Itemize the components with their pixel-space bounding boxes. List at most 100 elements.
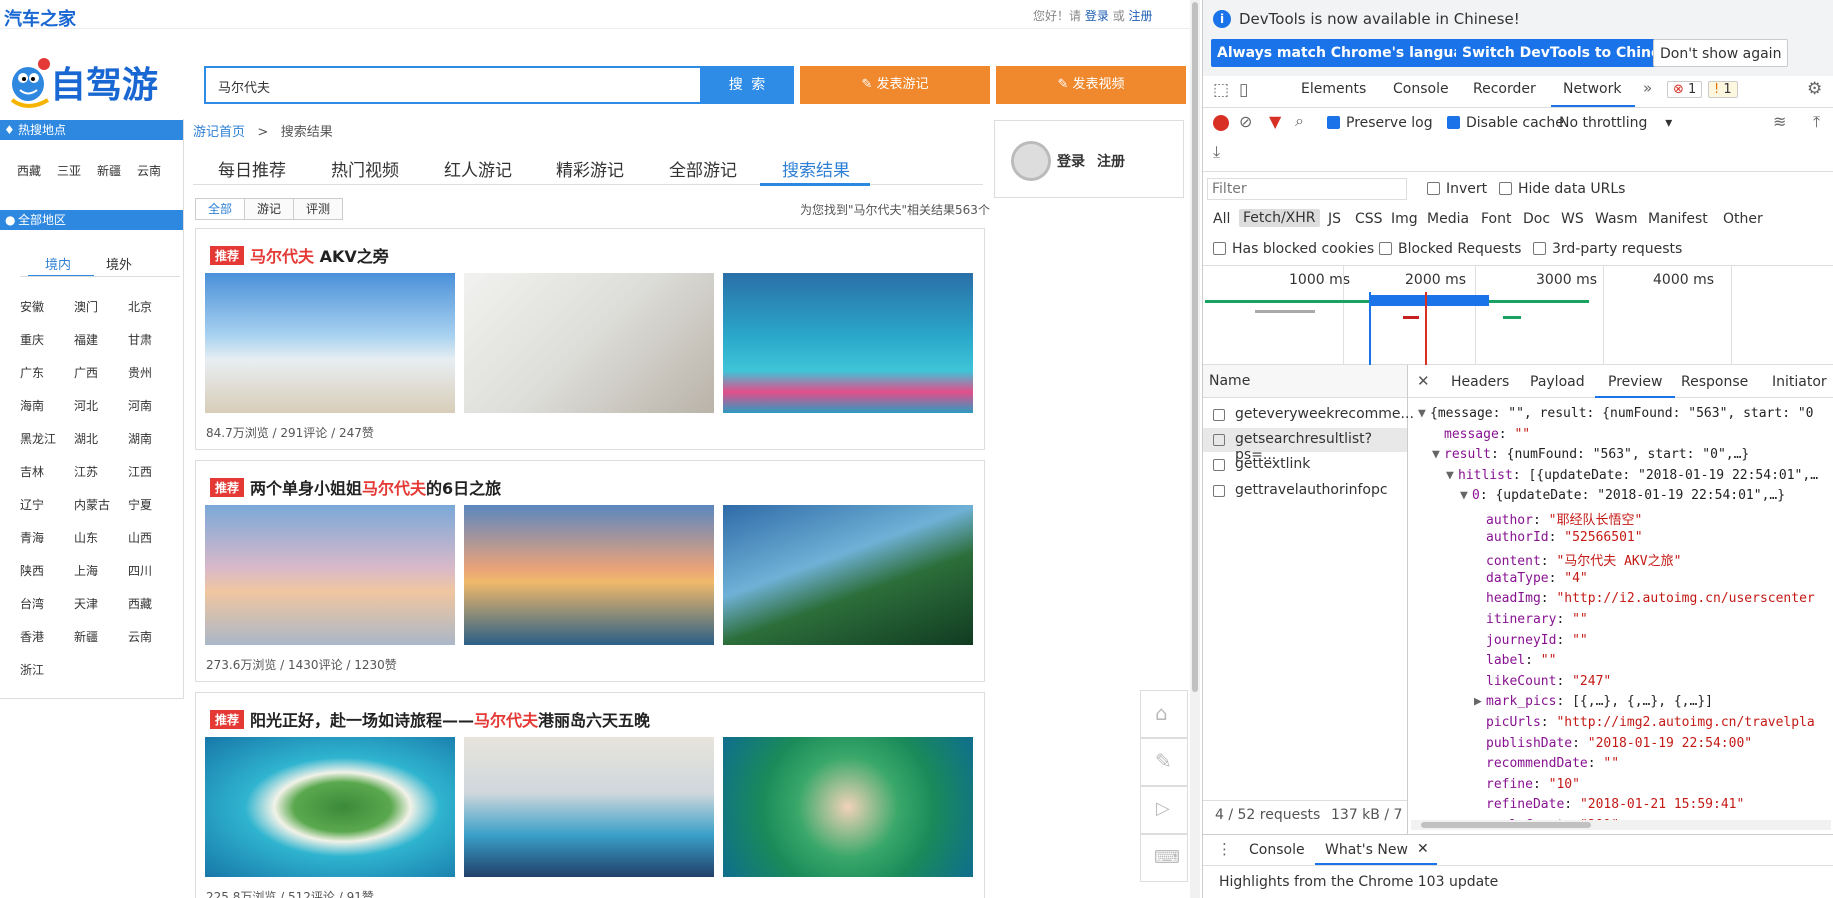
json-line[interactable]: publishDate: "2018-01-19 22:54:00" — [1474, 736, 1752, 751]
photo-swing-beach[interactable] — [205, 273, 455, 413]
tab-hot-videos[interactable]: 热门视频 — [331, 156, 399, 181]
filter-all[interactable]: All — [1213, 211, 1230, 227]
post-travel-button[interactable]: ✎ 发表游记 — [800, 66, 990, 104]
province-link[interactable]: 山西 — [128, 529, 152, 546]
hot-city[interactable]: 新疆 — [97, 162, 121, 179]
json-line[interactable]: ▼ result: {numFound: "563", start: "0",…} — [1432, 447, 1749, 462]
province-link[interactable]: 台湾 — [20, 595, 44, 612]
province-link[interactable]: 黑龙江 — [20, 430, 56, 447]
photo-boat-shore[interactable] — [723, 505, 973, 645]
drawer-tab-whats-new[interactable]: What's New — [1325, 842, 1408, 858]
record-icon[interactable] — [1213, 115, 1229, 131]
request-row[interactable]: gettravelauthorinfopc — [1203, 480, 1407, 504]
photo-woman-sofa[interactable] — [464, 273, 714, 413]
province-link[interactable]: 青海 — [20, 529, 44, 546]
expand-arrow-icon[interactable]: ▼ — [1432, 447, 1444, 462]
search-button[interactable]: 搜 索 — [702, 66, 794, 104]
keyboard-float-button[interactable]: ⌨ — [1140, 834, 1188, 882]
switch-to-chinese-button[interactable]: Switch DevTools to Chinese — [1456, 39, 1685, 67]
site-logo[interactable]: 自驾游 — [4, 50, 184, 114]
json-preview[interactable]: ▼ {message: "", result: {numFound: "563",… — [1408, 400, 1833, 820]
hide-data-urls-checkbox[interactable]: Hide data URLs — [1499, 181, 1625, 197]
subtab-all[interactable]: 全部 — [195, 198, 245, 220]
network-conditions-icon[interactable]: ≋ — [1773, 112, 1786, 131]
province-link[interactable]: 海南 — [20, 397, 44, 414]
province-link[interactable]: 吉林 — [20, 463, 44, 480]
tab-recorder[interactable]: Recorder — [1473, 81, 1536, 97]
province-link[interactable]: 北京 — [128, 298, 152, 315]
filter-fetch-xhr[interactable]: Fetch/XHR — [1239, 209, 1320, 227]
filter-ws[interactable]: WS — [1561, 211, 1584, 227]
province-link[interactable]: 湖北 — [74, 430, 98, 447]
hot-city[interactable]: 西藏 — [17, 162, 41, 179]
json-line[interactable]: ▼ 0: {updateDate: "2018-01-19 22:54:01",…… — [1460, 488, 1785, 503]
export-har-icon[interactable]: ⤓ — [1213, 142, 1220, 162]
tab-daily-recommend[interactable]: 每日推荐 — [218, 156, 286, 181]
search-icon[interactable]: ⌕ — [1295, 111, 1304, 131]
tab-headers[interactable]: Headers — [1451, 374, 1509, 390]
province-link[interactable]: 贵州 — [128, 364, 152, 381]
throttling-select[interactable]: No throttling ▾ — [1559, 115, 1672, 131]
province-link[interactable]: 辽宁 — [20, 496, 44, 513]
json-line[interactable]: headImg: "http://i2.autoimg.cn/userscent… — [1474, 591, 1815, 606]
import-har-icon[interactable]: ⤒ — [1813, 112, 1820, 132]
third-party-checkbox[interactable]: 3rd-party requests — [1533, 241, 1682, 257]
tab-initiator[interactable]: Initiator — [1772, 374, 1827, 390]
json-line[interactable]: ▼ hitlist: [{updateDate: "2018-01-19 22:5… — [1446, 468, 1818, 483]
top-login-link[interactable]: 登录 — [1085, 9, 1109, 23]
province-link[interactable]: 陕西 — [20, 562, 44, 579]
tab-console[interactable]: Console — [1393, 81, 1449, 97]
json-line[interactable]: recommendDate: "" — [1474, 756, 1619, 771]
json-line[interactable]: ▼ {message: "", result: {numFound: "563",… — [1418, 406, 1814, 421]
photo-flamingo-pool[interactable] — [723, 273, 973, 413]
filter-img[interactable]: Img — [1391, 211, 1418, 227]
json-line[interactable]: likeCount: "247" — [1474, 674, 1611, 689]
drawer-tab-console[interactable]: Console — [1249, 842, 1305, 858]
tab-elements[interactable]: Elements — [1301, 81, 1366, 97]
clear-icon[interactable]: ⊘ — [1239, 112, 1252, 131]
post-video-button[interactable]: ✎ 发表视频 — [996, 66, 1186, 104]
json-line[interactable]: journeyId: "" — [1474, 633, 1588, 648]
tab-abroad[interactable]: 境外 — [106, 254, 132, 273]
province-link[interactable]: 天津 — [74, 595, 98, 612]
province-link[interactable]: 云南 — [128, 628, 152, 645]
province-link[interactable]: 湖南 — [128, 430, 152, 447]
blocked-requests-checkbox[interactable]: Blocked Requests — [1379, 241, 1521, 257]
filter-wasm[interactable]: Wasm — [1595, 211, 1637, 227]
inspect-icon[interactable]: ⬚ — [1213, 80, 1229, 100]
json-line[interactable]: content: "马尔代夫 AKV之旅" — [1474, 550, 1681, 569]
page-scrollbar-thumb[interactable] — [1192, 2, 1198, 692]
province-link[interactable]: 内蒙古 — [74, 496, 110, 513]
always-match-language-button[interactable]: Always match Chrome's language — [1211, 39, 1489, 67]
json-line[interactable]: refine: "10" — [1474, 777, 1580, 792]
filter-funnel-icon[interactable]: ▼ — [1269, 112, 1281, 131]
result-card[interactable]: 推荐 两个单身小姐姐马尔代夫的6日之旅 273.6万浏览 / 1430评论 / 1… — [195, 460, 985, 682]
login-link[interactable]: 登录 — [1057, 151, 1085, 171]
preserve-log-checkbox[interactable]: Preserve log — [1327, 115, 1433, 131]
result-card[interactable]: 推荐 马尔代夫 AKV之旁 84.7万浏览 / 291评论 / 247赞 — [195, 228, 985, 450]
json-line[interactable]: dataType: "4" — [1474, 571, 1588, 586]
disable-cache-checkbox[interactable]: Disable cache — [1447, 115, 1564, 131]
expand-arrow-icon[interactable]: ▼ — [1446, 468, 1458, 483]
photo-two-girls[interactable] — [464, 505, 714, 645]
province-link[interactable]: 上海 — [74, 562, 98, 579]
json-line[interactable]: author: "耶经队长悟空" — [1474, 509, 1642, 528]
province-link[interactable]: 河北 — [74, 397, 98, 414]
filter-manifest[interactable]: Manifest — [1648, 211, 1708, 227]
filter-font[interactable]: Font — [1481, 211, 1511, 227]
hot-city[interactable]: 云南 — [137, 162, 161, 179]
province-link[interactable]: 江苏 — [74, 463, 98, 480]
province-link[interactable]: 安徽 — [20, 298, 44, 315]
subtab-travels[interactable]: 游记 — [244, 198, 294, 220]
subtab-reviews[interactable]: 评测 — [293, 198, 343, 220]
close-drawer-tab-icon[interactable]: ✕ — [1417, 841, 1429, 857]
card-title[interactable]: 推荐 两个单身小姐姐马尔代夫的6日之旅 — [210, 475, 501, 499]
tab-influencer-travels[interactable]: 红人游记 — [444, 156, 512, 181]
expand-arrow-icon[interactable]: ▶ — [1474, 694, 1486, 709]
province-link[interactable]: 四川 — [128, 562, 152, 579]
province-link[interactable]: 香港 — [20, 628, 44, 645]
edit-float-button[interactable]: ✎ — [1140, 738, 1188, 786]
home-float-button[interactable]: ⌂ — [1140, 690, 1188, 738]
request-row-selected[interactable]: getsearchresultlist?ps=... — [1203, 428, 1407, 463]
brand-logo[interactable]: 汽车之家 — [4, 5, 76, 31]
